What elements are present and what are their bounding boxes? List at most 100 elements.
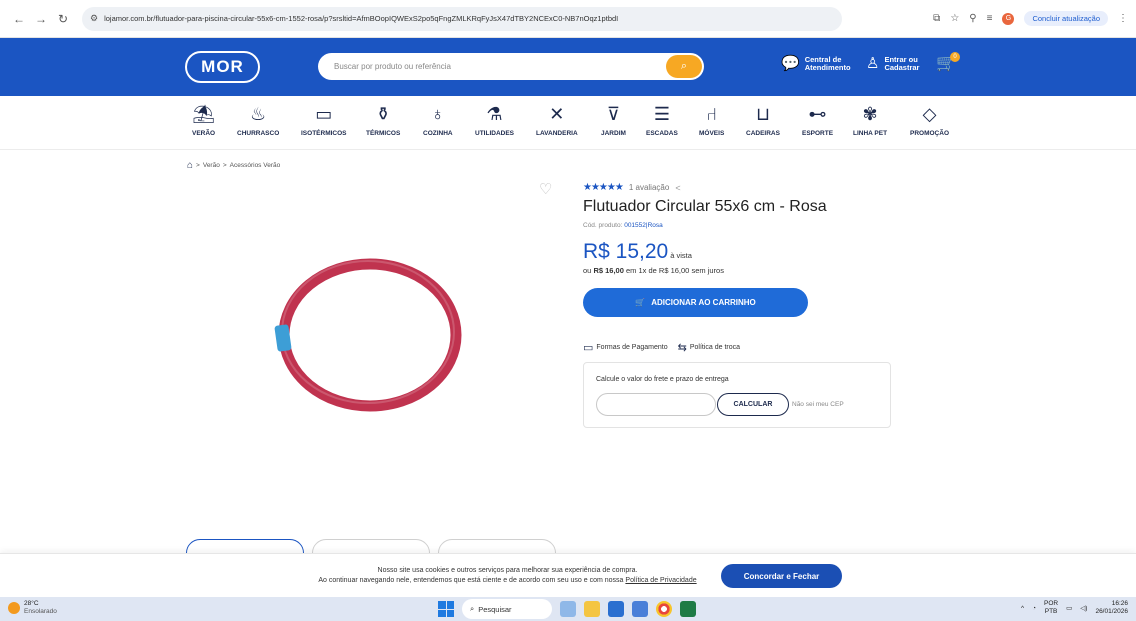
category-item[interactable]: ⊔ CADEIRAS [746, 102, 780, 137]
file-explorer-icon[interactable] [584, 601, 600, 617]
rating-stars[interactable]: ★★★★★ [583, 182, 624, 193]
site-logo[interactable]: MOR [185, 51, 260, 83]
weather-widget[interactable]: 28°C Ensolarado [8, 600, 57, 616]
address-bar[interactable]: ⚙ lojamor.com.br/flutuador-para-piscina-… [82, 6, 842, 31]
breadcrumb: ⌂ > Verão > Acessórios Verão [187, 160, 280, 171]
clock-time: 16:26 [1111, 600, 1128, 607]
windows-start-icon[interactable] [438, 601, 454, 617]
category-label: TÉRMICOS [366, 130, 401, 137]
category-item[interactable]: ✾ LINHA PET [853, 102, 887, 137]
cookie-text: Nosso site usa cookies e outros serviços… [300, 566, 715, 586]
category-label: UTILIDADES [475, 130, 514, 137]
breadcrumb-item-verao[interactable]: Verão [203, 162, 220, 169]
category-label: CADEIRAS [746, 130, 780, 137]
favorite-heart-icon[interactable]: ♡ [539, 180, 552, 198]
cookie-line2: Ao continuar navegando nele, entendemos … [318, 577, 624, 584]
product-code-value: 001552|Rosa [624, 222, 663, 229]
product-code-label: Cód. produto: [583, 222, 623, 229]
tag-icon: ◇ [922, 104, 937, 124]
category-label: COZINHA [423, 130, 453, 137]
breadcrumb-item-acessorios[interactable]: Acessórios Verão [230, 162, 281, 169]
dumbbell-icon: ⊷ [808, 104, 827, 124]
clock[interactable]: 16:26 26/01/2026 [1095, 600, 1128, 616]
update-button[interactable]: Concluir atualização [1024, 11, 1108, 26]
category-nav: ⛱ VERÃO ♨ CHURRASCO ▭ ISOTÉRMICOS ⚱ TÉRMICOS ♁ CO… [0, 96, 1136, 150]
accept-cookies-button[interactable]: Concordar e Fechar [721, 564, 842, 588]
search-button[interactable]: ⌕ [666, 55, 702, 78]
payment-methods-link[interactable]: ▭ Formas de Pagamento [583, 341, 668, 354]
category-item[interactable]: ⚗ UTILIDADES [475, 102, 514, 137]
exchange-policy-label: Política de troca [689, 344, 741, 351]
menu-icon[interactable]: ⋮ [1118, 13, 1128, 24]
rating-count[interactable]: 1 avaliação [629, 183, 669, 192]
search-input[interactable]: Buscar por produto ou referência ⌕ [318, 53, 704, 80]
category-item[interactable]: ⊽ JARDIM [601, 102, 626, 137]
forward-icon[interactable]: → [32, 10, 50, 28]
home-icon[interactable]: ⌂ [187, 160, 193, 171]
extensions-icon[interactable]: ⚲ [969, 13, 976, 24]
category-item[interactable]: ⚱ TÉRMICOS [366, 102, 400, 137]
bookmark-star-icon[interactable]: ☆ [950, 13, 959, 24]
tray-chevron-icon[interactable]: ^ [1021, 605, 1024, 612]
widgets-app-icon[interactable] [560, 601, 576, 617]
tray-app-icon[interactable]: ◔ [1032, 605, 1036, 612]
excel-app-icon[interactable] [680, 601, 696, 617]
installments-info: ou R$ 16,00 em 1x de R$ 16,00 sem juros [583, 266, 724, 275]
category-item[interactable]: ◇ PROMOÇÃO [910, 102, 949, 137]
cookie-line1: Nosso site usa cookies e outros serviços… [377, 567, 638, 574]
install-icon[interactable]: ⧉ [933, 13, 940, 24]
profile-avatar[interactable]: G [1002, 12, 1015, 25]
exchange-icon: ⇆ [677, 342, 687, 354]
weather-desc: Ensolarado [24, 608, 57, 615]
category-item[interactable]: ⛱ VERÃO [192, 102, 215, 137]
credit-card-icon: ▭ [583, 342, 594, 354]
breadcrumb-separator: > [222, 162, 227, 169]
calculate-button[interactable]: CALCULAR [717, 393, 789, 416]
paw-icon: ✾ [862, 104, 878, 124]
privacy-policy-link[interactable]: Política de Privacidade [625, 577, 696, 584]
category-label: ESCADAS [646, 130, 678, 137]
category-item[interactable]: ▭ ISOTÉRMICOS [301, 102, 347, 137]
category-label: MÓVEIS [699, 130, 725, 137]
product-image[interactable] [270, 255, 470, 415]
teams-app-icon[interactable] [632, 601, 648, 617]
site-info-icon[interactable]: ⚙ [90, 13, 98, 24]
share-icon[interactable]: < [675, 183, 680, 193]
category-label: LINHA PET [853, 130, 888, 137]
lang-line2: PTB [1044, 608, 1058, 615]
cart-add-icon: 🛒 [635, 298, 646, 307]
add-to-cart-button[interactable]: 🛒 ADICIONAR AO CARRINHO [583, 288, 808, 317]
reload-icon[interactable]: ↻ [54, 10, 72, 28]
back-icon[interactable]: ← [10, 10, 28, 28]
category-item[interactable]: ☰ ESCADAS [646, 102, 678, 137]
shipping-title: Calcule o valor do frete e prazo de entr… [596, 376, 729, 383]
taskbar-search-icon: ⌕ [470, 604, 475, 613]
support-line2: Atendimento [804, 62, 851, 72]
beach-chair-icon: ⊔ [755, 104, 770, 124]
category-item[interactable]: ⑁ MÓVEIS [699, 102, 724, 137]
bottle-icon: ⚗ [486, 104, 503, 124]
search-placeholder: Buscar por produto ou referência [334, 62, 451, 71]
category-item[interactable]: ⊷ ESPORTE [802, 102, 833, 137]
category-item[interactable]: ✕ LAVANDERIA [536, 102, 578, 137]
chat-support-icon: 💬 [781, 55, 800, 72]
mail-app-icon[interactable] [608, 601, 624, 617]
planter-icon: ⊽ [606, 104, 621, 124]
login-link[interactable]: ♙ Entrar ou Cadastrar [866, 56, 919, 72]
taskbar-search[interactable]: ⌕ Pesquisar [462, 599, 552, 619]
cookie-banner: Nosso site usa cookies e outros serviços… [0, 553, 1136, 597]
lang-line1: POR [1044, 600, 1059, 607]
url-text: lojamor.com.br/flutuador-para-piscina-ci… [104, 14, 619, 23]
category-item[interactable]: ♁ COZINHA [423, 102, 453, 137]
user-icon: ♙ [866, 55, 880, 72]
chrome-app-icon[interactable] [656, 601, 672, 617]
unknown-cep-link[interactable]: Não sei meu CEP [792, 401, 844, 408]
language-indicator[interactable]: POR PTB [1044, 600, 1058, 616]
exchange-policy-link[interactable]: ⇆ Política de troca [678, 341, 740, 354]
volume-icon[interactable]: ◁) [1080, 604, 1087, 612]
display-icon[interactable]: ▭ [1066, 604, 1072, 612]
category-item[interactable]: ♨ CHURRASCO [237, 102, 279, 137]
cep-input[interactable] [596, 393, 716, 416]
media-icon[interactable]: ≡ [987, 13, 993, 24]
support-link[interactable]: 💬 Central de Atendimento [781, 56, 851, 72]
